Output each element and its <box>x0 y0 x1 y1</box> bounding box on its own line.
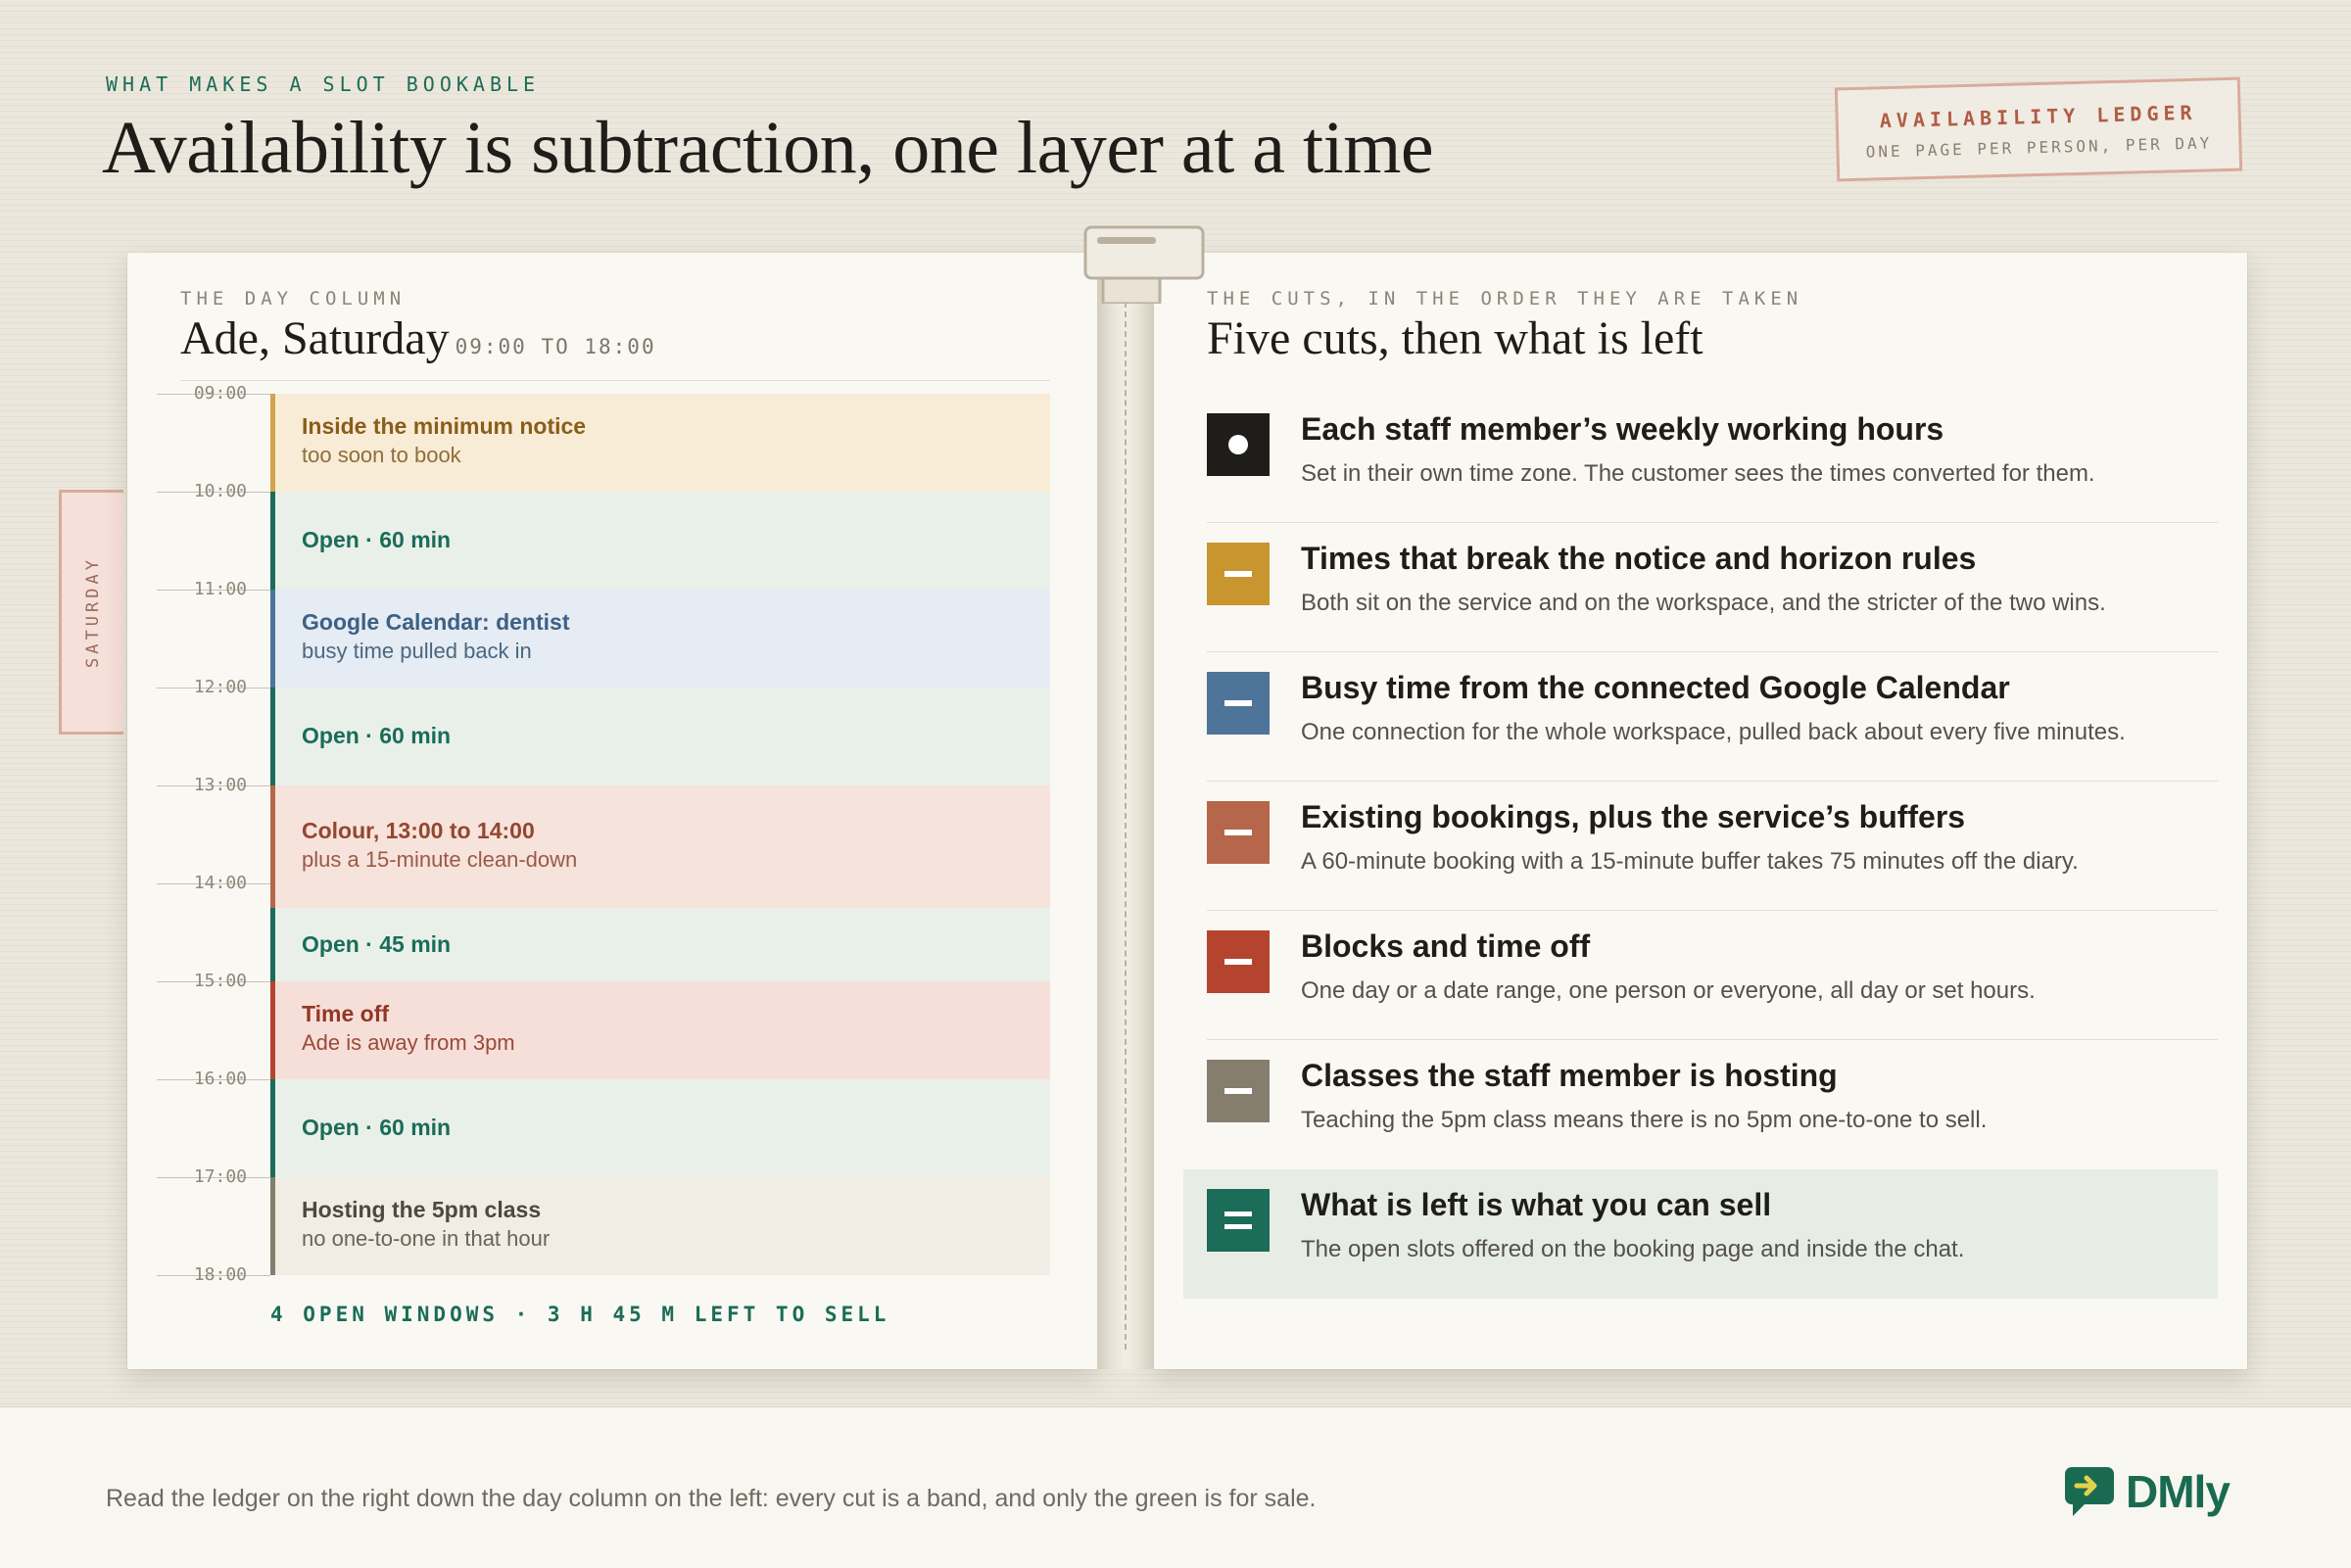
spine-stitch <box>1125 302 1127 1350</box>
band-subtitle: busy time pulled back in <box>302 639 532 663</box>
binder-clip-icon <box>1083 225 1205 306</box>
open-windows-summary: 4 OPEN WINDOWS · 3 H 45 M LEFT TO SELL <box>270 1303 890 1326</box>
ledger-stamp: AVAILABILITY LEDGER ONE PAGE PER PERSON,… <box>1834 76 2243 182</box>
minus-icon <box>1207 672 1270 735</box>
equals-icon <box>1207 1189 1270 1252</box>
cut-title: Blocks and time off <box>1301 928 1591 964</box>
cut-item: Each staff member’s weekly working hours… <box>1183 394 2218 523</box>
cut-body: A 60-minute booking with a 15-minute buf… <box>1301 848 2079 875</box>
day-column-label: THE DAY COLUMN <box>180 288 407 309</box>
band-title: Time off <box>302 1001 390 1026</box>
dot-icon <box>1207 413 1270 476</box>
cut-item: Existing bookings, plus the service’s bu… <box>1183 782 2218 911</box>
day-band: Google Calendar: dentist busy time pulled… <box>270 590 1050 688</box>
page-title: Availability is subtraction, one layer a… <box>102 107 1434 189</box>
day-band: Colour, 13:00 to 14:00 plus a 15-minute c… <box>270 785 1050 908</box>
band-title: Inside the minimum notice <box>302 413 587 439</box>
logo-text: DMly <box>2126 1466 2231 1517</box>
tick-label: 10:00 <box>193 481 247 501</box>
day-band: Open · 45 min <box>270 908 1050 981</box>
cut-item: Times that break the notice and horizon … <box>1183 523 2218 652</box>
band-title: Google Calendar: dentist <box>302 609 570 635</box>
cut-title: Busy time from the connected Google Cale… <box>1301 670 2010 705</box>
cut-body: Set in their own time zone. The customer… <box>1301 460 2095 487</box>
day-band: Open · 60 min <box>270 688 1050 785</box>
cut-item: What is left is what you can sell The ope… <box>1183 1169 2218 1299</box>
cut-body: One connection for the whole workspace, … <box>1301 719 2126 745</box>
tick-label: 16:00 <box>193 1069 247 1089</box>
saturday-tab: SATURDAY <box>59 490 123 735</box>
stamp-title: AVAILABILITY LEDGER <box>1879 100 2197 133</box>
cut-body: One day or a date range, one person or e… <box>1301 977 2036 1004</box>
band-subtitle: too soon to book <box>302 443 461 467</box>
day-title: Ade, Saturday <box>180 312 450 364</box>
footer-note: Read the ledger on the right down the da… <box>106 1485 1317 1512</box>
book-spine <box>1097 253 1154 1369</box>
stamp-subtitle: ONE PAGE PER PERSON, PER DAY <box>1865 133 2213 162</box>
band-title: Open · 60 min <box>302 527 452 552</box>
cut-title: What is left is what you can sell <box>1301 1187 1772 1222</box>
minus-icon <box>1207 1060 1270 1122</box>
band-title: Hosting the 5pm class <box>302 1197 542 1222</box>
day-column-title: Ade, Saturday 09:00 TO 18:00 <box>180 311 656 365</box>
eyebrow: WHAT MAKES A SLOT BOOKABLE <box>106 72 541 96</box>
saturday-tab-label: SATURDAY <box>82 556 103 668</box>
tick-label: 13:00 <box>193 775 247 795</box>
day-band: Inside the minimum notice too soon to boo… <box>270 394 1050 492</box>
tick-label: 12:00 <box>193 677 247 697</box>
cuts-label: THE CUTS, IN THE ORDER THEY ARE TAKEN <box>1207 288 1803 309</box>
band-title: Open · 45 min <box>302 930 452 957</box>
tick-label: 11:00 <box>193 579 247 599</box>
cut-title: Times that break the notice and horizon … <box>1301 541 1977 576</box>
cut-body: Both sit on the service and on the works… <box>1301 590 2106 616</box>
cut-item: Busy time from the connected Google Cale… <box>1183 652 2218 782</box>
band-subtitle: no one-to-one in that hour <box>302 1226 551 1251</box>
tick-label: 14:00 <box>193 873 247 893</box>
cut-title: Existing bookings, plus the service’s bu… <box>1301 799 1966 834</box>
chat-arrow-icon <box>2065 1467 2114 1516</box>
band-subtitle: plus a 15-minute clean-down <box>302 846 578 872</box>
day-range: 09:00 TO 18:00 <box>455 335 656 358</box>
day-band: Time off Ade is away from 3pm <box>270 981 1050 1079</box>
tick-label: 15:00 <box>193 971 247 991</box>
band-title: Colour, 13:00 to 14:00 <box>302 817 535 843</box>
cut-body: The open slots offered on the booking pa… <box>1301 1236 1965 1262</box>
tick-label: 09:00 <box>193 383 247 404</box>
band-subtitle: Ade is away from 3pm <box>302 1030 515 1055</box>
minus-icon <box>1207 930 1270 993</box>
day-band: Open · 60 min <box>270 1079 1050 1177</box>
cut-item: Blocks and time off One day or a date ran… <box>1183 911 2218 1040</box>
minus-icon <box>1207 801 1270 864</box>
day-band: Open · 60 min <box>270 492 1050 590</box>
divider <box>180 380 1050 381</box>
band-title: Open · 60 min <box>302 723 452 748</box>
minus-icon <box>1207 543 1270 605</box>
dmly-logo: DMly <box>2063 1463 2239 1518</box>
cuts-title: Five cuts, then what is left <box>1207 312 1703 364</box>
cut-title: Each staff member’s weekly working hours <box>1301 411 1944 447</box>
cut-title: Classes the staff member is hosting <box>1301 1058 1838 1093</box>
band-title: Open · 60 min <box>302 1115 452 1140</box>
day-band: Hosting the 5pm class no one-to-one in th… <box>270 1177 1050 1275</box>
cut-item: Classes the staff member is hosting Teach… <box>1183 1040 2218 1169</box>
cut-body: Teaching the 5pm class means there is no… <box>1301 1107 1988 1133</box>
tick-label: 17:00 <box>193 1166 247 1187</box>
tick-label: 18:00 <box>193 1264 247 1285</box>
